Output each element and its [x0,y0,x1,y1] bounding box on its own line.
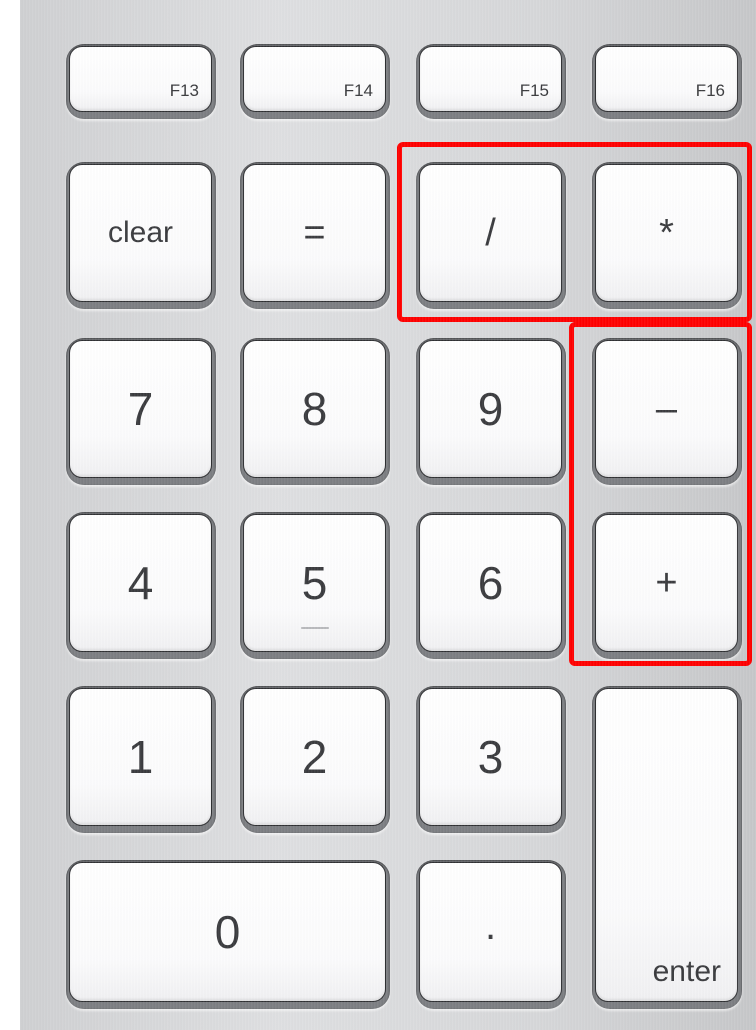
one-key[interactable]: 1 [69,688,212,826]
six-key[interactable]: 6 [419,514,562,652]
f15-key[interactable]: F15 [419,46,562,112]
divide-key[interactable]: / [419,164,562,302]
nine-key[interactable]: 9 [419,340,562,478]
decimal-key[interactable]: . [419,862,562,1002]
equals-key[interactable]: = [243,164,386,302]
five-key-label: 5 [301,557,328,609]
multiply-key[interactable]: * [595,164,738,302]
clear-key[interactable]: clear [69,164,212,302]
plus-key[interactable]: + [595,514,738,652]
three-key[interactable]: 3 [419,688,562,826]
f16-key[interactable]: F16 [595,46,738,112]
minus-key[interactable]: – [595,340,738,478]
two-key[interactable]: 2 [243,688,386,826]
decimal-key-label: . [484,903,497,948]
numeric-keypad: F13 F14 F15 F16 clear = / * 7 8 9 – 4 5 … [20,0,756,1030]
enter-key[interactable]: enter [595,688,738,1002]
four-key[interactable]: 4 [69,514,212,652]
page-margin [0,0,20,1030]
tactile-bump [300,627,329,629]
zero-key[interactable]: 0 [69,862,386,1002]
five-key[interactable]: 5 [243,514,386,652]
seven-key[interactable]: 7 [69,340,212,478]
eight-key[interactable]: 8 [243,340,386,478]
f14-key[interactable]: F14 [243,46,386,112]
f13-key[interactable]: F13 [69,46,212,112]
